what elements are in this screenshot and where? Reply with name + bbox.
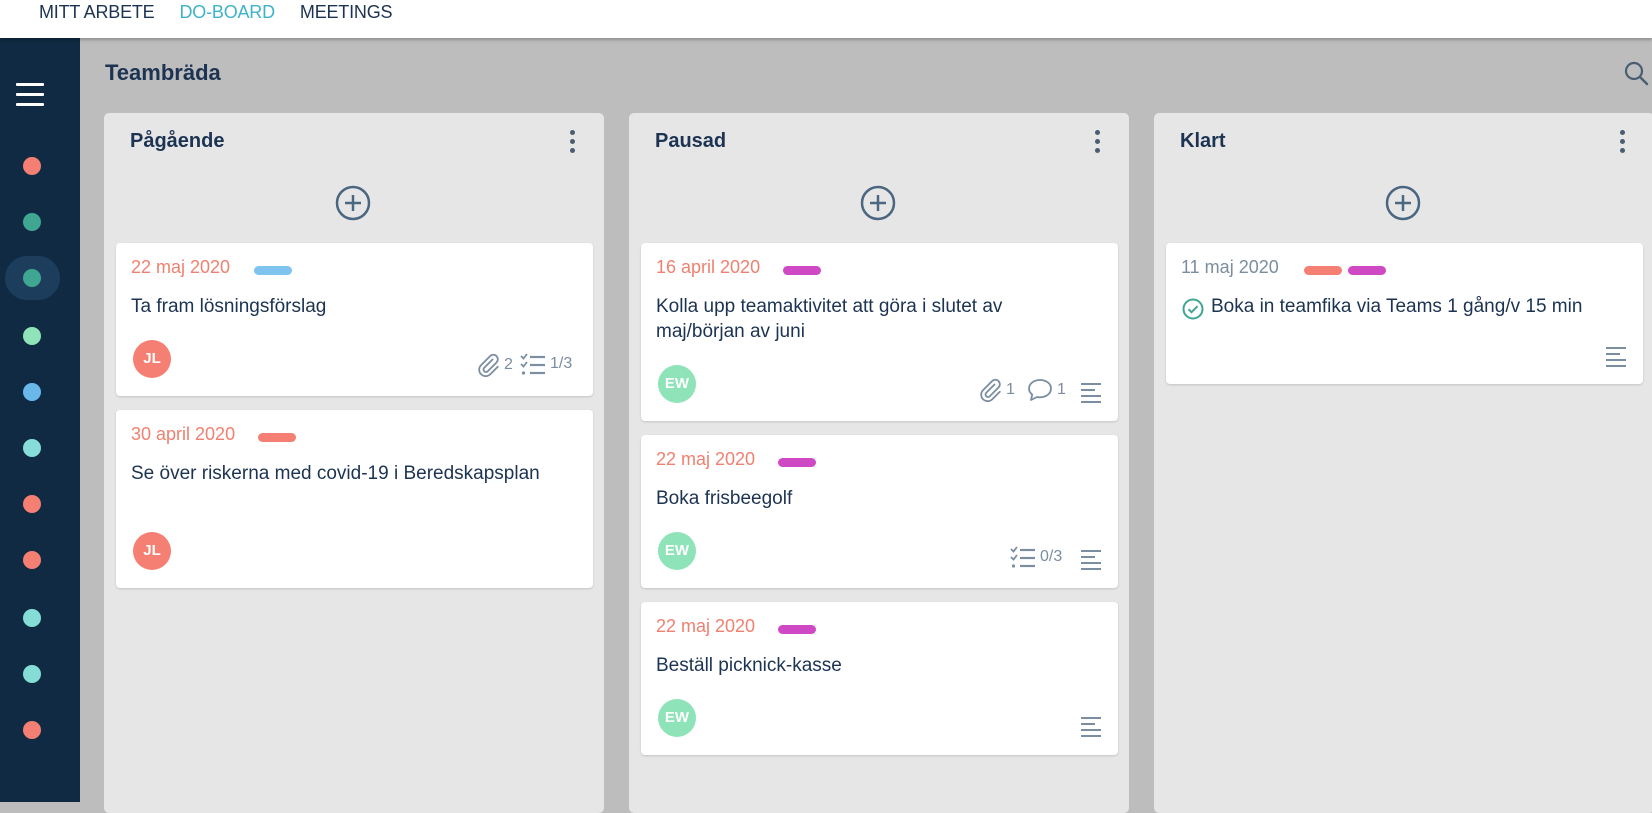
avatar[interactable]: JL [133, 340, 171, 378]
status-dot [23, 327, 41, 345]
task-card[interactable]: 22 maj 2020 Boka frisbeegolf EW 0/3 [641, 435, 1118, 588]
card-tag [1304, 266, 1342, 275]
status-dot [23, 213, 41, 231]
nav-meetings[interactable]: MEETINGS [300, 2, 393, 23]
status-dot [23, 665, 41, 683]
task-card[interactable]: 22 maj 2020 Ta fram lösningsförslag JL 2… [116, 243, 593, 396]
card-date: 22 maj 2020 [656, 449, 756, 469]
checklist-progress-value: 1/3 [550, 355, 573, 372]
comment-count: 1 [1027, 378, 1066, 402]
status-dot [23, 495, 41, 513]
card-date: 11 maj 2020 [1181, 257, 1279, 277]
nav-mitt-arbete[interactable]: MITT ARBETE [39, 2, 155, 23]
card-title: Ta fram lösningsförslag [131, 296, 327, 317]
card-date: 22 maj 2020 [131, 257, 231, 277]
attachment-count-value: 1 [1006, 381, 1015, 398]
status-dot [23, 157, 41, 175]
comment-icon [1028, 379, 1052, 401]
status-dot [23, 551, 41, 569]
sidebar-item-2[interactable] [5, 200, 60, 244]
card-title: Boka frisbeegolf [656, 488, 793, 509]
checklist-progress-value: 0/3 [1040, 548, 1063, 565]
add-card-icon[interactable] [1385, 185, 1421, 221]
page-title: Teambräda [105, 60, 221, 85]
description-icon [1081, 383, 1101, 403]
card-tag [258, 433, 296, 442]
nav-do-board[interactable]: DO-BOARD [180, 2, 276, 23]
top-bar: MITT ARBETE DO-BOARD MEETINGS [0, 0, 1652, 38]
column-title: Pågående [130, 130, 225, 152]
checklist-progress: 0/3 [1010, 546, 1062, 568]
sidebar-item-8[interactable] [5, 538, 60, 582]
sidebar-item-9[interactable] [5, 596, 60, 640]
card-title: Kolla upp teamaktivitet att göra i slute… [656, 296, 1003, 342]
top-nav: MITT ARBETE DO-BOARD MEETINGS [39, 2, 393, 23]
column-pagaende: Pågående 22 maj 2020 Ta fram lösningsför… [104, 113, 604, 813]
task-card[interactable]: 30 april 2020 Se över riskerna med covid… [116, 410, 593, 588]
card-tag [1348, 266, 1386, 275]
checklist-icon [1010, 546, 1035, 568]
attachment-count-value: 2 [504, 356, 513, 373]
status-dot [23, 383, 41, 401]
sidebar-item-1[interactable] [5, 144, 60, 188]
sidebar-item-6[interactable] [5, 426, 60, 470]
sidebar-item-4[interactable] [5, 314, 60, 358]
sidebar-item-10[interactable] [5, 652, 60, 696]
column-klart: Klart 11 maj 2020 Boka in teamfika via T… [1154, 113, 1652, 813]
avatar[interactable]: EW [658, 699, 696, 737]
avatar[interactable]: EW [658, 365, 696, 403]
checklist-icon [520, 353, 545, 375]
column-menu-icon[interactable] [1618, 130, 1626, 158]
check-circle-icon [1182, 298, 1204, 320]
attachment-count: 1 [978, 378, 1015, 402]
card-tag [254, 266, 292, 275]
paperclip-icon [478, 353, 499, 377]
task-card[interactable]: 16 april 2020 Kolla upp teamaktivitet at… [641, 243, 1118, 421]
column-menu-icon[interactable] [1093, 130, 1101, 158]
status-dot [23, 269, 41, 287]
add-card-icon[interactable] [335, 185, 371, 221]
card-tag [778, 625, 816, 634]
task-card[interactable]: 11 maj 2020 Boka in teamfika via Teams 1… [1166, 243, 1643, 384]
sidebar-item-3[interactable] [5, 256, 60, 300]
card-title: Se över riskerna med covid-19 i Beredska… [131, 463, 540, 484]
card-title: Boka in teamfika via Teams 1 gång/v 15 m… [1211, 296, 1583, 317]
sidebar-item-11[interactable] [5, 708, 60, 752]
task-card[interactable]: 22 maj 2020 Beställ picknick-kasse EW [641, 602, 1118, 755]
checklist-progress: 1/3 [520, 353, 572, 375]
sidebar [0, 38, 80, 802]
hamburger-icon[interactable] [16, 83, 44, 107]
search-icon[interactable] [1623, 60, 1649, 86]
avatar[interactable]: EW [658, 532, 696, 570]
status-dot [23, 721, 41, 739]
description-icon [1081, 550, 1101, 570]
description-icon [1081, 717, 1101, 737]
description-icon [1606, 347, 1626, 367]
paperclip-icon [980, 378, 1001, 402]
card-title: Beställ picknick-kasse [656, 655, 842, 676]
status-dot [23, 609, 41, 627]
avatar[interactable]: JL [133, 532, 171, 570]
card-date: 22 maj 2020 [656, 616, 756, 636]
column-pausad: Pausad 16 april 2020 Kolla upp teamaktiv… [629, 113, 1129, 813]
card-tag [783, 266, 821, 275]
card-date: 30 april 2020 [131, 424, 236, 444]
card-date: 16 april 2020 [656, 257, 761, 277]
column-title: Pausad [655, 130, 727, 152]
column-menu-icon[interactable] [568, 130, 576, 158]
sidebar-item-7[interactable] [5, 482, 60, 526]
card-tag [778, 458, 816, 467]
comment-count-value: 1 [1057, 381, 1066, 398]
column-title: Klart [1180, 130, 1226, 152]
status-dot [23, 439, 41, 457]
attachment-count: 2 [476, 353, 513, 377]
sidebar-item-5[interactable] [5, 370, 60, 414]
add-card-icon[interactable] [860, 185, 896, 221]
